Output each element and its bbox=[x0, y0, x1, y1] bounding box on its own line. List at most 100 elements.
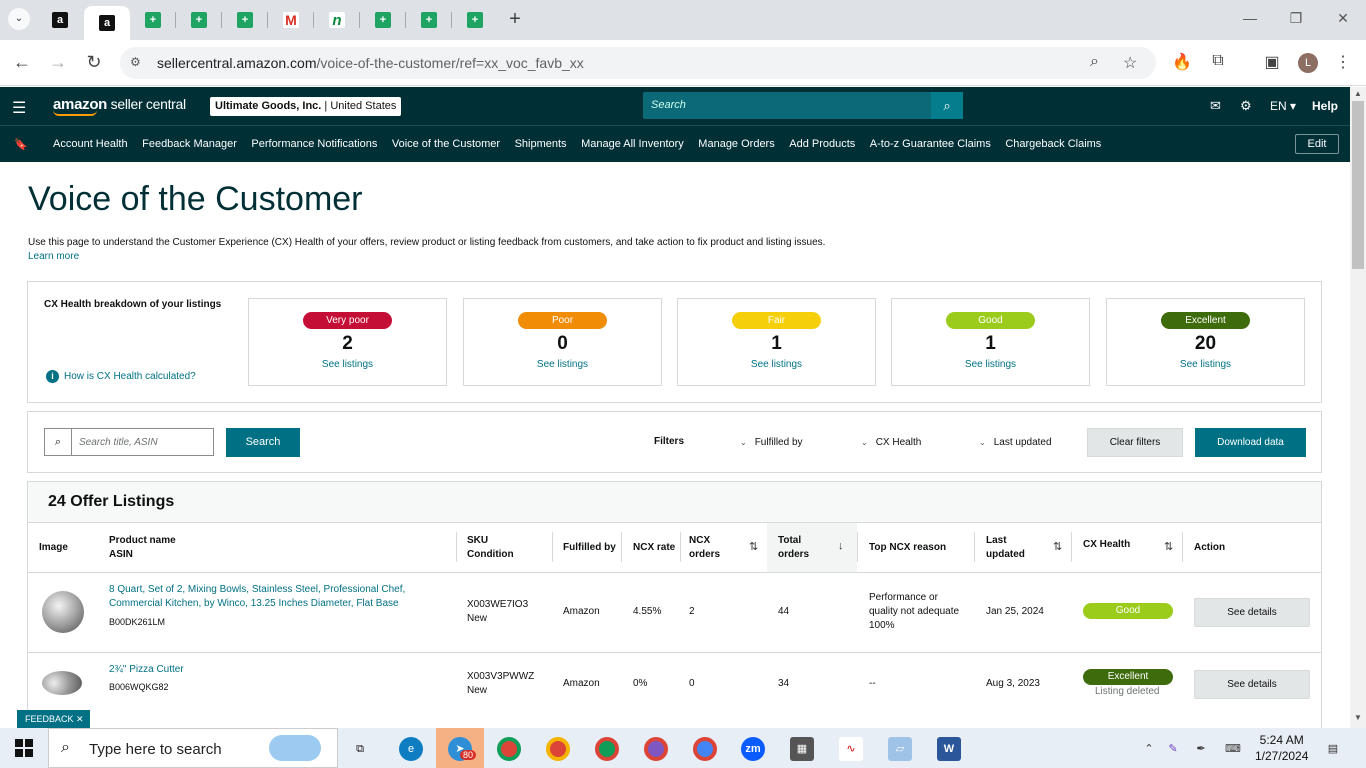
stocks-chart-icon[interactable]: ∿ bbox=[839, 737, 863, 761]
nav-performance-notifications[interactable]: Performance Notifications bbox=[251, 138, 377, 150]
taskbar-search[interactable]: ⌕ Type here to search bbox=[48, 728, 338, 768]
back-arrow-icon[interactable]: ← bbox=[11, 52, 33, 73]
pen-feather-icon[interactable]: ✎ bbox=[1161, 737, 1185, 761]
help-link[interactable]: Help bbox=[1312, 99, 1338, 113]
col-last-updated[interactable]: Last updated bbox=[986, 534, 1025, 562]
mail-icon[interactable]: ✉ bbox=[1210, 98, 1221, 114]
col-top-reason[interactable]: Top NCX reason bbox=[869, 541, 946, 555]
product-name-link[interactable]: 8 Quart, Set of 2, Mixing Bowls, Stainle… bbox=[109, 583, 405, 611]
tray-chevron-up-icon[interactable]: ⌃ bbox=[1137, 737, 1161, 761]
taskbar-clock[interactable]: 5:24 AM 1/27/2024 bbox=[1255, 732, 1308, 764]
calculator-icon[interactable]: ▦ bbox=[790, 737, 814, 761]
col-total-orders[interactable]: Total orders bbox=[778, 534, 809, 562]
last-updated-dropdown[interactable]: ⌄ Last updated bbox=[979, 437, 1052, 448]
header-search-button[interactable]: ⌕ bbox=[931, 92, 963, 119]
feedback-tab[interactable]: FEEDBACK ✕ bbox=[17, 710, 90, 728]
nav-voice-of-customer[interactable]: Voice of the Customer bbox=[392, 138, 500, 150]
url-text[interactable]: sellercentral.amazon.com/voice-of-the-cu… bbox=[157, 55, 584, 71]
tab-search-chevron-icon[interactable]: ⌄ bbox=[8, 8, 30, 30]
tab-sheets-3[interactable]: + bbox=[222, 6, 268, 34]
tab-sheets-5[interactable]: + bbox=[406, 6, 452, 34]
col-sku[interactable]: SKU Condition bbox=[467, 534, 514, 562]
pizza-cutter-thumbnail[interactable] bbox=[42, 671, 82, 695]
omnibox[interactable]: ⚙ sellercentral.amazon.com/voice-of-the-… bbox=[120, 47, 1156, 79]
scrollbar-thumb[interactable] bbox=[1352, 101, 1364, 269]
see-listings-link[interactable]: See listings bbox=[1107, 359, 1304, 370]
pen-tool-icon[interactable]: ✒ bbox=[1189, 737, 1213, 761]
task-view-icon[interactable]: ⧉ bbox=[348, 737, 372, 761]
nav-manage-inventory[interactable]: Manage All Inventory bbox=[581, 138, 684, 150]
learn-more-link[interactable]: Learn more bbox=[28, 251, 79, 262]
sort-icon[interactable]: ⇅ bbox=[1053, 540, 1062, 553]
bookmark-star-icon[interactable]: ☆ bbox=[1123, 53, 1137, 73]
notepad-icon[interactable]: ▱ bbox=[888, 737, 912, 761]
col-product[interactable]: Product name ASIN bbox=[109, 534, 176, 562]
see-listings-link[interactable]: See listings bbox=[678, 359, 875, 370]
nav-manage-orders[interactable]: Manage Orders bbox=[698, 138, 774, 150]
header-search-input[interactable]: Search bbox=[643, 92, 931, 119]
cx-how-link[interactable]: i How is CX Health calculated? bbox=[46, 370, 196, 383]
notifications-icon[interactable]: ▤ bbox=[1321, 737, 1345, 761]
cx-health-dropdown[interactable]: ⌄ CX Health bbox=[861, 437, 921, 448]
tab-amazon-1[interactable]: a bbox=[37, 6, 83, 34]
seller-central-logo[interactable]: amazon seller central bbox=[53, 96, 186, 116]
nav-chargeback-claims[interactable]: Chargeback Claims bbox=[1005, 138, 1101, 150]
download-data-button[interactable]: Download data bbox=[1195, 428, 1306, 457]
tab-sheets-4[interactable]: + bbox=[360, 6, 406, 34]
zoom-app-icon[interactable]: zm bbox=[741, 737, 765, 761]
sort-icon[interactable]: ⇅ bbox=[749, 540, 758, 553]
nav-add-products[interactable]: Add Products bbox=[789, 138, 855, 150]
col-cx-health[interactable]: CX Health bbox=[1083, 538, 1130, 552]
sort-icon[interactable]: ⇅ bbox=[1164, 540, 1173, 553]
nav-feedback-manager[interactable]: Feedback Manager bbox=[142, 138, 237, 150]
weather-cloud-icon[interactable] bbox=[269, 735, 321, 761]
language-selector[interactable]: EN ▾ bbox=[1270, 99, 1296, 113]
listing-search-box[interactable]: ⌕ Search title, ASIN bbox=[44, 428, 214, 456]
edge-browser-icon[interactable]: e bbox=[399, 737, 423, 761]
tab-n-app[interactable]: n bbox=[314, 6, 360, 34]
col-ncx-orders[interactable]: NCX orders bbox=[689, 534, 720, 562]
page-scrollbar[interactable]: ▲ ▼ bbox=[1350, 87, 1366, 728]
sort-desc-arrow-icon[interactable]: ↓ bbox=[838, 540, 844, 552]
chrome-icon[interactable] bbox=[497, 737, 521, 761]
close-window-icon[interactable]: ✕ bbox=[1333, 10, 1353, 27]
browser-menu-dots-icon[interactable]: ⋮ bbox=[1332, 52, 1354, 72]
bookmark-icon[interactable]: 🔖 bbox=[14, 138, 28, 151]
search-button[interactable]: Search bbox=[226, 428, 300, 457]
windows-start-icon[interactable] bbox=[15, 739, 33, 757]
see-details-button[interactable]: See details bbox=[1194, 598, 1310, 627]
see-details-button[interactable]: See details bbox=[1194, 670, 1310, 699]
fulfilled-by-dropdown[interactable]: ⌄ Fulfilled by bbox=[740, 437, 803, 448]
zoom-magnifier-icon[interactable]: ⌕ bbox=[1090, 53, 1099, 71]
see-listings-link[interactable]: See listings bbox=[892, 359, 1089, 370]
nav-account-health[interactable]: Account Health bbox=[53, 138, 128, 150]
forward-arrow-icon[interactable]: → bbox=[47, 52, 69, 73]
listing-search-input[interactable]: Search title, ASIN bbox=[72, 429, 165, 455]
restore-icon[interactable]: ❐ bbox=[1286, 10, 1306, 27]
tab-amazon-active[interactable]: a bbox=[84, 6, 130, 40]
see-listings-link[interactable]: See listings bbox=[464, 359, 661, 370]
nav-edit-button[interactable]: Edit bbox=[1295, 134, 1339, 154]
taskbar-active-app[interactable]: ➤ 80 bbox=[436, 728, 484, 768]
tab-sheets-6[interactable]: + bbox=[452, 6, 498, 34]
tab-sheets-2[interactable]: + bbox=[176, 6, 222, 34]
extension-flame-icon[interactable]: 🔥 bbox=[1171, 52, 1193, 72]
reload-icon[interactable]: ↻ bbox=[83, 52, 105, 73]
extensions-puzzle-icon[interactable]: ⧉ bbox=[1207, 52, 1229, 70]
chrome-icon[interactable] bbox=[644, 737, 668, 761]
settings-gear-icon[interactable]: ⚙ bbox=[1240, 98, 1252, 114]
chrome-icon[interactable] bbox=[595, 737, 619, 761]
scroll-up-icon[interactable]: ▲ bbox=[1354, 89, 1362, 98]
word-icon[interactable]: W bbox=[937, 737, 961, 761]
minimize-icon[interactable]: — bbox=[1240, 10, 1260, 26]
nav-atoz-claims[interactable]: A-to-z Guarantee Claims bbox=[870, 138, 991, 150]
mixing-bowls-thumbnail[interactable] bbox=[42, 591, 84, 633]
tab-sheets-1[interactable]: + bbox=[130, 6, 176, 34]
clear-filters-button[interactable]: Clear filters bbox=[1087, 428, 1183, 457]
tab-gmail[interactable]: M bbox=[268, 6, 314, 34]
chrome-icon[interactable] bbox=[546, 737, 570, 761]
side-panel-icon[interactable]: ▣ bbox=[1261, 52, 1283, 72]
product-name-link[interactable]: 2¾" Pizza Cutter bbox=[109, 663, 184, 677]
site-info-tune-icon[interactable]: ⚙ bbox=[130, 55, 141, 69]
chrome-icon[interactable] bbox=[693, 737, 717, 761]
